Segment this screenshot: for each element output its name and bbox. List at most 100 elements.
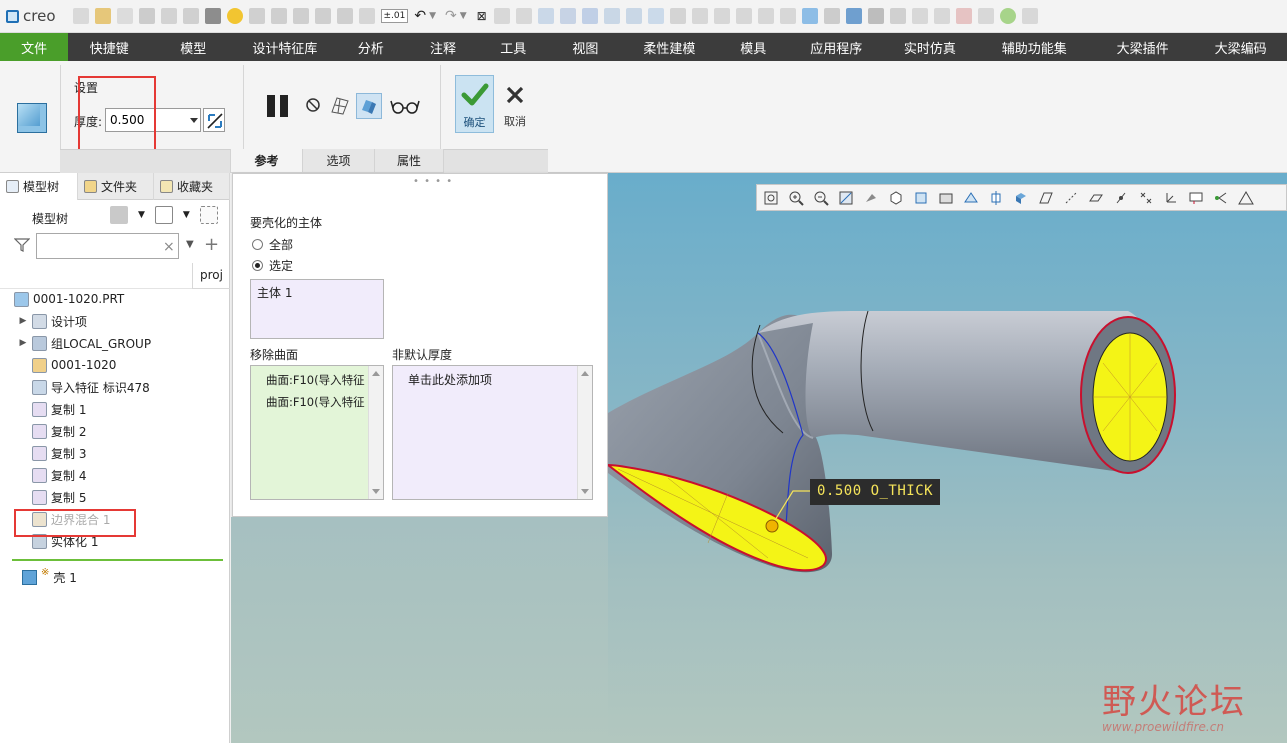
filter-icon[interactable]	[14, 238, 30, 252]
open-folder-icon[interactable]	[138, 8, 155, 24]
tree-item[interactable]: 复制 1	[18, 399, 86, 419]
hierarchy-icon[interactable]	[292, 8, 309, 24]
add-item-hint[interactable]: 单击此处添加项	[408, 371, 492, 388]
pattern-icon[interactable]	[779, 8, 796, 24]
menu-item-10[interactable]: 应用程序	[790, 33, 882, 61]
ruler-icon[interactable]	[669, 8, 686, 24]
ok-button[interactable]: 确定	[455, 75, 494, 133]
shade-icon[interactable]	[801, 8, 818, 24]
points-icon[interactable]	[955, 8, 972, 24]
undo-icon[interactable]: ↶	[414, 8, 426, 24]
spline-icon[interactable]	[889, 8, 906, 24]
column-header[interactable]: proj	[192, 263, 230, 289]
section-icon[interactable]	[988, 190, 1004, 206]
remove-surfaces-collector[interactable]: 曲面:F10(导入特征 曲面:F10(导入特征	[250, 365, 384, 500]
scrollbar[interactable]	[368, 366, 383, 499]
menu-item-12[interactable]: 辅助功能集	[978, 33, 1091, 61]
zoom-icon[interactable]	[358, 8, 375, 24]
layers-icon[interactable]	[314, 8, 331, 24]
tree-item[interactable]: ▶ 设计项	[18, 311, 87, 331]
tree-item[interactable]: 复制 3	[18, 443, 86, 463]
menu-item-2[interactable]: 模型	[150, 33, 236, 61]
menu-item-14[interactable]: 大梁编码	[1194, 33, 1287, 61]
menu-item-8[interactable]: 柔性建模	[623, 33, 717, 61]
measure-icon[interactable]	[647, 8, 664, 24]
brush-icon[interactable]	[182, 8, 199, 24]
list-item[interactable]: 曲面:F10(导入特征	[266, 372, 366, 388]
non-default-thickness-collector[interactable]: 单击此处添加项	[392, 365, 593, 500]
mesh-preview-icon[interactable]	[329, 94, 351, 116]
datum-plane-tag-icon[interactable]	[1088, 190, 1104, 206]
tolerance-button[interactable]: ±.01	[380, 9, 409, 23]
scroll-up-icon[interactable]	[581, 371, 589, 376]
tree-item[interactable]: 0001-1020.PRT	[14, 289, 124, 309]
curve-icon[interactable]	[559, 8, 576, 24]
redo-icon[interactable]: ↷	[445, 8, 457, 24]
display-style-icon[interactable]	[1013, 190, 1029, 206]
no-preview-icon[interactable]	[305, 97, 321, 113]
pause-button[interactable]	[265, 93, 291, 119]
navigator-tab-0[interactable]: 模型树	[0, 173, 78, 200]
spin-icon[interactable]	[863, 190, 879, 206]
menu-item-3[interactable]: 设计特征库	[236, 33, 334, 61]
menu-item-0[interactable]: 文件	[0, 33, 69, 61]
drag-handle[interactable]	[765, 519, 779, 533]
tree-filter-icon[interactable]	[199, 206, 218, 224]
refit-icon[interactable]	[763, 190, 779, 206]
shaded-icon[interactable]	[888, 190, 904, 206]
insert-here-line[interactable]	[12, 559, 223, 561]
render-icon[interactable]	[867, 8, 884, 24]
annotation-icon[interactable]	[1188, 190, 1204, 206]
clear-search-icon[interactable]: ×	[163, 239, 175, 255]
orient-icon[interactable]	[823, 8, 840, 24]
model-view[interactable]	[608, 173, 1287, 743]
thickness-dropdown-icon[interactable]	[190, 118, 198, 123]
selected-body[interactable]: 主体 1	[257, 286, 292, 300]
display-icon[interactable]	[336, 8, 353, 24]
show-dropdown-icon[interactable]: ▼	[183, 210, 190, 220]
globe-icon[interactable]	[999, 8, 1016, 24]
paste-icon[interactable]	[713, 8, 730, 24]
ribbon-tab-2[interactable]: 属性	[374, 149, 444, 173]
cancel-button[interactable]: 取消	[499, 75, 531, 133]
datum-point-icon[interactable]	[1113, 190, 1129, 206]
datum-plane-icon[interactable]	[1038, 190, 1054, 206]
tree-item[interactable]: 0001-1020	[18, 355, 116, 375]
tree-item[interactable]: 导入特征 标识478	[18, 377, 150, 397]
undo-dropdown-icon[interactable]: ▼	[429, 11, 436, 21]
expand-arrow-icon[interactable]: ▶	[18, 338, 28, 348]
close-window-icon[interactable]: ⊠	[477, 9, 487, 23]
csys-icon[interactable]	[1163, 190, 1179, 206]
thickness-dimension-label[interactable]: 0.500 O_THICK	[810, 479, 941, 505]
appearance-icon[interactable]	[845, 8, 862, 24]
navigator-tab-1[interactable]: 文件夹	[78, 173, 154, 200]
tree-item[interactable]: 复制 4	[18, 465, 86, 485]
tree-item-shell[interactable]: ※ 壳 1	[22, 567, 77, 587]
perspective-icon[interactable]	[963, 190, 979, 206]
panel-grip-icon[interactable]: • • • •	[413, 176, 453, 187]
zoom-in-icon[interactable]	[788, 190, 804, 206]
scroll-down-icon[interactable]	[372, 489, 380, 494]
sine-icon[interactable]	[933, 8, 950, 24]
smiley-icon[interactable]	[226, 8, 243, 24]
point-display-icon[interactable]	[1138, 190, 1154, 206]
view-manager-icon[interactable]	[938, 190, 954, 206]
parallelogram-icon[interactable]	[977, 8, 994, 24]
expand-arrow-icon[interactable]: ▶	[18, 316, 28, 326]
paste-special-icon[interactable]	[735, 8, 752, 24]
menu-item-7[interactable]: 视图	[548, 33, 622, 61]
show-columns-icon[interactable]	[154, 206, 173, 224]
glasses-icon[interactable]	[390, 98, 420, 114]
warning-icon[interactable]	[1238, 190, 1254, 206]
menu-item-1[interactable]: 快捷键	[68, 33, 150, 61]
plane-icon[interactable]	[515, 8, 532, 24]
repaint-icon[interactable]	[838, 190, 854, 206]
option-all-radio[interactable]: 全部	[252, 236, 293, 253]
settings-icon[interactable]	[1021, 8, 1038, 24]
ribbon-tab-0[interactable]: 参考	[230, 149, 303, 173]
tree-item[interactable]: 复制 5	[18, 487, 86, 507]
mirror-icon[interactable]	[757, 8, 774, 24]
tree-item[interactable]: ▶ 组LOCAL_GROUP	[18, 333, 151, 353]
copy-icon[interactable]	[691, 8, 708, 24]
menu-item-6[interactable]: 工具	[478, 33, 548, 61]
